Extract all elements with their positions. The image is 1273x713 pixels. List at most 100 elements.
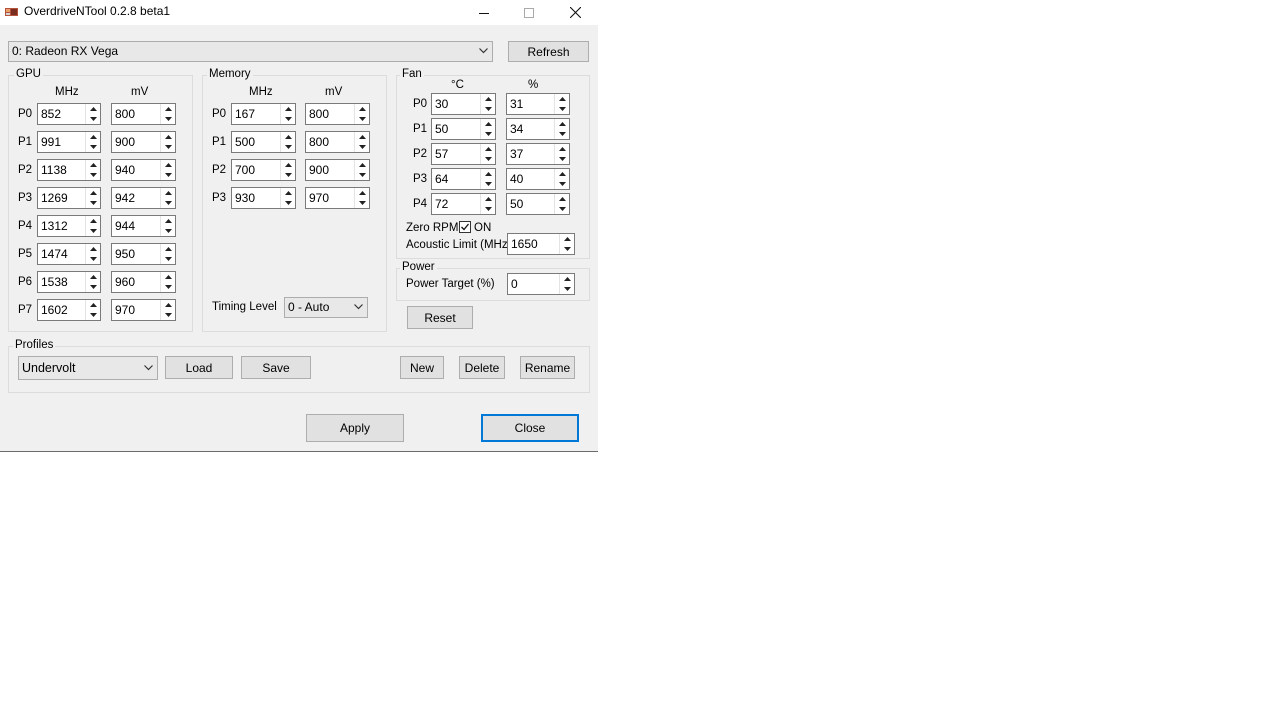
spin-down-button[interactable] [555, 179, 569, 189]
spin-up-button[interactable] [86, 188, 100, 198]
spin-up-button[interactable] [161, 216, 175, 226]
timing-level-select[interactable]: 0 - Auto [284, 297, 368, 318]
spin-down-button[interactable] [555, 204, 569, 214]
spin-up-button[interactable] [555, 144, 569, 154]
spin-down-button[interactable] [555, 129, 569, 139]
spin-down-button[interactable] [161, 226, 175, 236]
spin-up-button[interactable] [161, 104, 175, 114]
gpu-mhz-input[interactable]: 1138 [37, 159, 101, 181]
gpu-mv-input[interactable]: 950 [111, 243, 176, 265]
spin-down-button[interactable] [560, 284, 574, 294]
spin-up-button[interactable] [560, 274, 574, 284]
spin-down-button[interactable] [355, 198, 369, 208]
gpu-mv-input[interactable]: 960 [111, 271, 176, 293]
spin-up-button[interactable] [481, 169, 495, 179]
spin-up-button[interactable] [481, 94, 495, 104]
fan-pct-input[interactable]: 37 [506, 143, 570, 165]
spin-down-button[interactable] [355, 142, 369, 152]
maximize-button[interactable] [506, 0, 552, 25]
spin-up-button[interactable] [281, 160, 295, 170]
load-profile-button[interactable]: Load [165, 356, 233, 379]
spin-up-button[interactable] [161, 244, 175, 254]
spin-down-button[interactable] [86, 142, 100, 152]
spin-up-button[interactable] [86, 160, 100, 170]
memory-mv-input[interactable]: 900 [305, 159, 370, 181]
gpu-mv-input[interactable]: 900 [111, 131, 176, 153]
spin-down-button[interactable] [86, 254, 100, 264]
spin-up-button[interactable] [86, 300, 100, 310]
spin-up-button[interactable] [355, 188, 369, 198]
spin-down-button[interactable] [161, 310, 175, 320]
spin-down-button[interactable] [481, 204, 495, 214]
spin-down-button[interactable] [161, 254, 175, 264]
spin-up-button[interactable] [161, 160, 175, 170]
fan-temp-input[interactable]: 50 [431, 118, 496, 140]
spin-down-button[interactable] [161, 142, 175, 152]
spin-up-button[interactable] [355, 132, 369, 142]
spin-down-button[interactable] [161, 198, 175, 208]
spin-up-button[interactable] [161, 132, 175, 142]
fan-temp-input[interactable]: 64 [431, 168, 496, 190]
memory-mhz-input[interactable]: 167 [231, 103, 296, 125]
spin-up-button[interactable] [560, 234, 574, 244]
spin-up-button[interactable] [555, 94, 569, 104]
spin-down-button[interactable] [86, 198, 100, 208]
spin-down-button[interactable] [161, 170, 175, 180]
spin-down-button[interactable] [86, 310, 100, 320]
new-profile-button[interactable]: New [400, 356, 444, 379]
fan-pct-input[interactable]: 50 [506, 193, 570, 215]
memory-mv-input[interactable]: 800 [305, 103, 370, 125]
refresh-button[interactable]: Refresh [508, 41, 589, 62]
spin-up-button[interactable] [86, 104, 100, 114]
spin-down-button[interactable] [86, 282, 100, 292]
spin-down-button[interactable] [355, 170, 369, 180]
spin-up-button[interactable] [86, 272, 100, 282]
memory-mhz-input[interactable]: 700 [231, 159, 296, 181]
gpu-mv-input[interactable]: 800 [111, 103, 176, 125]
spin-up-button[interactable] [86, 216, 100, 226]
spin-up-button[interactable] [161, 188, 175, 198]
save-profile-button[interactable]: Save [241, 356, 311, 379]
spin-up-button[interactable] [555, 194, 569, 204]
spin-up-button[interactable] [281, 104, 295, 114]
spin-down-button[interactable] [86, 170, 100, 180]
gpu-mhz-input[interactable]: 991 [37, 131, 101, 153]
fan-temp-input[interactable]: 57 [431, 143, 496, 165]
spin-down-button[interactable] [355, 114, 369, 124]
gpu-mhz-input[interactable]: 1312 [37, 215, 101, 237]
spin-up-button[interactable] [355, 104, 369, 114]
spin-up-button[interactable] [555, 119, 569, 129]
gpu-mhz-input[interactable]: 1269 [37, 187, 101, 209]
gpu-mv-input[interactable]: 942 [111, 187, 176, 209]
spin-down-button[interactable] [481, 179, 495, 189]
spin-down-button[interactable] [481, 154, 495, 164]
gpu-mhz-input[interactable]: 1538 [37, 271, 101, 293]
device-select[interactable]: 0: Radeon RX Vega [8, 41, 493, 62]
spin-up-button[interactable] [161, 272, 175, 282]
title-bar[interactable]: OverdriveNTool 0.2.8 beta1 [0, 0, 598, 25]
spin-down-button[interactable] [555, 104, 569, 114]
spin-down-button[interactable] [161, 282, 175, 292]
zero-rpm-checkbox[interactable] [459, 221, 471, 233]
rename-profile-button[interactable]: Rename [520, 356, 575, 379]
spin-down-button[interactable] [555, 154, 569, 164]
gpu-mhz-input[interactable]: 1474 [37, 243, 101, 265]
spin-up-button[interactable] [86, 132, 100, 142]
memory-mhz-input[interactable]: 500 [231, 131, 296, 153]
spin-down-button[interactable] [281, 170, 295, 180]
fan-pct-input[interactable]: 40 [506, 168, 570, 190]
delete-profile-button[interactable]: Delete [459, 356, 505, 379]
spin-up-button[interactable] [281, 188, 295, 198]
minimize-button[interactable] [461, 0, 507, 25]
fan-pct-input[interactable]: 34 [506, 118, 570, 140]
apply-button[interactable]: Apply [306, 414, 404, 442]
spin-up-button[interactable] [161, 300, 175, 310]
spin-down-button[interactable] [281, 114, 295, 124]
spin-down-button[interactable] [481, 104, 495, 114]
spin-down-button[interactable] [481, 129, 495, 139]
spin-down-button[interactable] [560, 244, 574, 254]
spin-up-button[interactable] [555, 169, 569, 179]
fan-temp-input[interactable]: 72 [431, 193, 496, 215]
fan-temp-input[interactable]: 30 [431, 93, 496, 115]
spin-up-button[interactable] [86, 244, 100, 254]
